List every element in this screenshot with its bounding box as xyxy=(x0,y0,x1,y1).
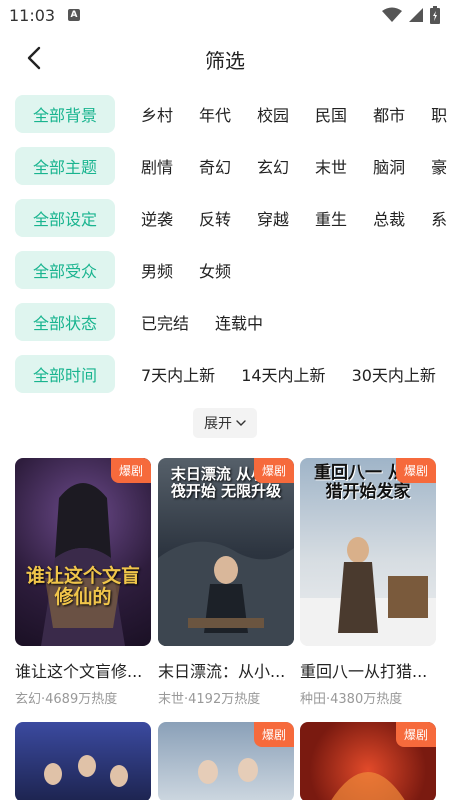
character-illustration xyxy=(41,483,125,646)
status-icons xyxy=(382,6,440,24)
filter-active-status[interactable]: 全部状态 xyxy=(15,303,115,341)
filter-active-setting[interactable]: 全部设定 xyxy=(15,199,115,237)
notification-icon: A xyxy=(68,9,80,21)
filter-option[interactable]: 民国 xyxy=(315,102,347,126)
chevron-down-icon xyxy=(236,420,246,426)
cover-image: 重回八一 从打猎开始发家 爆剧 xyxy=(300,458,436,646)
header: 筛选 xyxy=(0,32,450,84)
filter-option[interactable]: 系 xyxy=(431,206,447,230)
filter-option[interactable]: 末世 xyxy=(315,154,347,178)
filter-row-audience: 全部受众 男频 女频 xyxy=(0,250,450,290)
filter-option[interactable]: 30天内上新 xyxy=(352,362,436,386)
filter-option[interactable]: 玄幻 xyxy=(257,154,289,178)
filter-option[interactable]: 脑洞 xyxy=(373,154,405,178)
filter-active-background[interactable]: 全部背景 xyxy=(15,95,115,133)
card-title: 末日漂流：从小... xyxy=(158,662,286,681)
expand-button[interactable]: 展开 xyxy=(193,408,257,438)
hot-badge: 爆剧 xyxy=(395,722,436,747)
filter-option[interactable]: 穿越 xyxy=(257,206,289,230)
hot-badge: 爆剧 xyxy=(253,722,294,747)
filter-option[interactable]: 剧情 xyxy=(141,154,173,178)
filter-option[interactable]: 年代 xyxy=(199,102,231,126)
filter-option[interactable]: 已完结 xyxy=(141,310,189,334)
filter-active-theme[interactable]: 全部主题 xyxy=(15,147,115,185)
filter-option[interactable]: 乡村 xyxy=(141,102,173,126)
filter-active-audience[interactable]: 全部受众 xyxy=(15,251,115,289)
cover-image: 谁让这个文盲修仙的 爆剧 xyxy=(15,458,151,646)
filter-option[interactable]: 校园 xyxy=(257,102,289,126)
expand-label: 展开 xyxy=(204,416,232,432)
filter-row-theme: 全部主题 剧情 奇幻 玄幻 末世 脑洞 豪 xyxy=(0,146,450,186)
filter-option[interactable]: 豪 xyxy=(431,154,447,178)
filter-option[interactable]: 逆袭 xyxy=(141,206,173,230)
card-title: 谁让这个文盲修... xyxy=(15,662,143,681)
filter-option[interactable]: 女频 xyxy=(199,258,231,282)
cover-image xyxy=(15,722,151,800)
filter-option[interactable]: 重生 xyxy=(315,206,347,230)
cover-title: 谁让这个文盲修仙的 xyxy=(25,565,140,608)
cover-image: 爆剧 xyxy=(300,722,436,800)
filter-option[interactable]: 总裁 xyxy=(373,206,405,230)
page-title: 筛选 xyxy=(205,49,245,73)
cover-image: 末日漂流 从小木筏开始 无限升级 爆剧 xyxy=(158,458,294,646)
battery-icon xyxy=(430,6,440,24)
filter-option[interactable]: 都市 xyxy=(373,102,405,126)
filter-option[interactable]: 7天内上新 xyxy=(141,362,215,386)
filter-row-time: 全部时间 7天内上新 14天内上新 30天内上新 xyxy=(0,354,450,394)
status-bar: 11:03 A xyxy=(0,0,450,32)
hot-badge: 爆剧 xyxy=(395,458,436,483)
filter-option[interactable]: 反转 xyxy=(199,206,231,230)
card-meta: 末世·4192万热度 xyxy=(158,692,261,707)
filter-option[interactable]: 14天内上新 xyxy=(241,362,325,386)
filter-option[interactable]: 奇幻 xyxy=(199,154,231,178)
cover-image: 爆剧 xyxy=(158,722,294,800)
filter-row-background: 全部背景 乡村 年代 校园 民国 都市 职 xyxy=(0,94,450,134)
filter-active-time[interactable]: 全部时间 xyxy=(15,355,115,393)
filter-row-setting: 全部设定 逆袭 反转 穿越 重生 总裁 系 xyxy=(0,198,450,238)
character-illustration xyxy=(44,755,128,787)
card-title: 重回八一从打猎... xyxy=(300,662,428,681)
card-meta: 种田·4380万热度 xyxy=(300,692,403,707)
filter-option[interactable]: 男频 xyxy=(141,258,173,282)
status-time: 11:03 xyxy=(9,6,56,25)
wifi-icon xyxy=(382,7,402,22)
card-meta: 玄幻·4689万热度 xyxy=(15,692,118,707)
filter-row-status: 全部状态 已完结 连载中 xyxy=(0,302,450,342)
filter-option[interactable]: 职 xyxy=(431,102,447,126)
hot-badge: 爆剧 xyxy=(110,458,151,483)
hot-badge: 爆剧 xyxy=(253,458,294,483)
filter-option[interactable]: 连载中 xyxy=(215,310,263,334)
signal-icon xyxy=(409,8,423,22)
